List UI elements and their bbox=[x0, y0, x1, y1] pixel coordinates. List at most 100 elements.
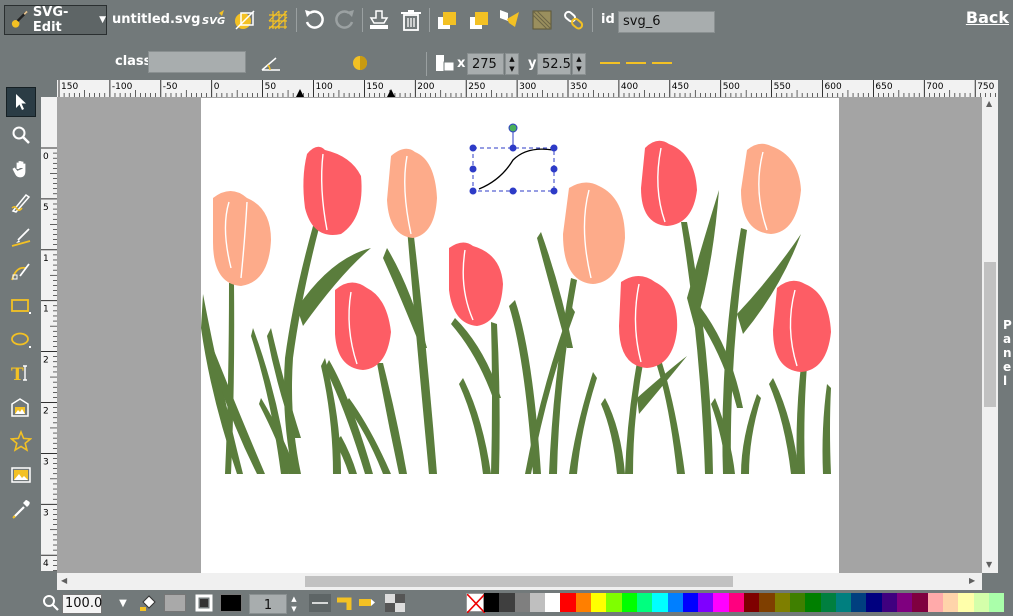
main-menu-button[interactable]: SVG-Edit ▼ bbox=[4, 5, 107, 35]
ellipse-tool[interactable] bbox=[6, 324, 36, 354]
tulip-peach-1[interactable] bbox=[213, 191, 271, 286]
palette-swatch[interactable] bbox=[942, 593, 959, 612]
star-tool[interactable] bbox=[6, 426, 36, 456]
zoom-tool[interactable] bbox=[6, 120, 36, 150]
id-input[interactable]: svg_6 bbox=[618, 11, 715, 33]
path-tool[interactable] bbox=[6, 256, 36, 286]
palette-swatch[interactable] bbox=[529, 593, 546, 612]
palette-swatch[interactable] bbox=[988, 593, 1005, 612]
palette-swatch[interactable] bbox=[636, 593, 653, 612]
stroke-color-swatch[interactable] bbox=[220, 594, 242, 612]
tulip-coral-1[interactable] bbox=[303, 146, 362, 235]
panel-label[interactable]: e bbox=[1003, 360, 1011, 374]
delete-icon[interactable] bbox=[398, 7, 424, 33]
tulip-coral-4[interactable] bbox=[619, 276, 678, 368]
ungroup-icon[interactable] bbox=[529, 7, 555, 33]
scroll-left-icon[interactable]: ◀ bbox=[61, 576, 67, 585]
y-spinner[interactable]: ▲ ▼ bbox=[572, 53, 586, 75]
back-link[interactable]: Back bbox=[966, 8, 1009, 27]
resize-handle[interactable] bbox=[550, 144, 558, 152]
resize-handle[interactable] bbox=[550, 165, 558, 173]
pencil-tool[interactable] bbox=[6, 188, 36, 218]
image-tool[interactable] bbox=[6, 392, 36, 422]
scroll-thumb[interactable] bbox=[305, 576, 733, 587]
tulip-coral-2[interactable] bbox=[335, 282, 391, 370]
palette-swatch[interactable] bbox=[667, 593, 683, 612]
wireframe-icon[interactable] bbox=[232, 7, 258, 33]
move-top-icon[interactable] bbox=[434, 7, 460, 33]
resize-handle[interactable] bbox=[509, 187, 517, 195]
palette-swatch[interactable] bbox=[682, 593, 699, 612]
scroll-right-icon[interactable]: ▶ bbox=[969, 576, 975, 585]
no-color-swatch[interactable] bbox=[466, 593, 486, 614]
palette-swatch[interactable] bbox=[545, 593, 561, 612]
palette-swatch[interactable] bbox=[866, 593, 882, 612]
color-palette[interactable] bbox=[484, 593, 1005, 612]
rotate-handle[interactable] bbox=[508, 123, 518, 133]
palette-swatch[interactable] bbox=[728, 593, 745, 612]
tulip-peach-2[interactable] bbox=[387, 148, 437, 238]
grid-icon[interactable] bbox=[265, 7, 291, 33]
eyedropper-tool[interactable] bbox=[6, 494, 36, 524]
line-tool[interactable] bbox=[6, 222, 36, 252]
image-lib-tool[interactable] bbox=[6, 460, 36, 490]
class-input[interactable] bbox=[148, 51, 246, 73]
palette-swatch[interactable] bbox=[851, 593, 867, 612]
linejoin-icon[interactable] bbox=[334, 594, 354, 612]
canvas-workarea[interactable] bbox=[57, 97, 982, 573]
resize-handle[interactable] bbox=[469, 144, 477, 152]
palette-swatch[interactable] bbox=[958, 593, 974, 612]
group-icon[interactable] bbox=[497, 7, 523, 33]
fill-paint-icon[interactable] bbox=[138, 593, 160, 613]
palette-swatch[interactable] bbox=[789, 593, 806, 612]
undo-icon[interactable] bbox=[301, 7, 327, 33]
guide-marker-icon[interactable] bbox=[387, 89, 395, 97]
tulip-stems-leaves[interactable] bbox=[201, 190, 831, 474]
zoom-input[interactable]: 100.0 bbox=[62, 594, 102, 614]
horizontal-scrollbar[interactable]: ◀ ▶ bbox=[57, 573, 982, 590]
rect-tool[interactable] bbox=[6, 290, 36, 320]
panel-label[interactable]: n bbox=[1003, 346, 1012, 360]
scroll-down-icon[interactable]: ▼ bbox=[986, 560, 992, 569]
palette-swatch[interactable] bbox=[652, 593, 668, 612]
palette-swatch[interactable] bbox=[912, 593, 928, 612]
palette-swatch[interactable] bbox=[927, 593, 943, 612]
palette-swatch[interactable] bbox=[897, 593, 913, 612]
clone-icon[interactable] bbox=[366, 7, 392, 33]
stroke-style-icon[interactable] bbox=[309, 594, 331, 612]
stroke-paint-icon[interactable] bbox=[194, 593, 216, 613]
fill-color-swatch[interactable] bbox=[164, 594, 186, 612]
scroll-thumb[interactable] bbox=[984, 262, 996, 407]
svg-canvas[interactable] bbox=[201, 98, 839, 573]
palette-swatch[interactable] bbox=[744, 593, 760, 612]
palette-swatch[interactable] bbox=[805, 593, 821, 612]
palette-swatch[interactable] bbox=[606, 593, 622, 612]
path-node-icon[interactable] bbox=[598, 50, 674, 76]
palette-swatch[interactable] bbox=[774, 593, 790, 612]
palette-swatch[interactable] bbox=[591, 593, 607, 612]
link-icon[interactable] bbox=[561, 7, 587, 33]
drawing[interactable] bbox=[201, 98, 839, 573]
tulip-peach-3[interactable] bbox=[563, 182, 625, 284]
select-tool[interactable] bbox=[6, 87, 36, 117]
pan-tool[interactable] bbox=[6, 154, 36, 184]
palette-swatch[interactable] bbox=[713, 593, 729, 612]
tulip-coral-6[interactable] bbox=[773, 280, 831, 372]
resize-handle[interactable] bbox=[550, 187, 558, 195]
resize-handle[interactable] bbox=[509, 144, 517, 152]
palette-swatch[interactable] bbox=[881, 593, 898, 612]
angle-icon[interactable] bbox=[258, 50, 284, 76]
palette-swatch[interactable] bbox=[759, 593, 775, 612]
text-tool[interactable]: T bbox=[6, 358, 36, 388]
palette-swatch[interactable] bbox=[484, 593, 500, 612]
palette-swatch[interactable] bbox=[820, 593, 836, 612]
linecap-icon[interactable] bbox=[357, 594, 377, 612]
palette-swatch[interactable] bbox=[835, 593, 852, 612]
panel-label[interactable]: P bbox=[1003, 318, 1012, 332]
tulip-coral-3[interactable] bbox=[449, 242, 503, 326]
stroke-width-spinner[interactable]: ▲ ▼ bbox=[288, 594, 300, 614]
palette-swatch[interactable] bbox=[973, 593, 989, 612]
panel-label[interactable]: a bbox=[1003, 332, 1011, 346]
resize-handle[interactable] bbox=[469, 187, 477, 195]
resize-handle[interactable] bbox=[469, 165, 477, 173]
